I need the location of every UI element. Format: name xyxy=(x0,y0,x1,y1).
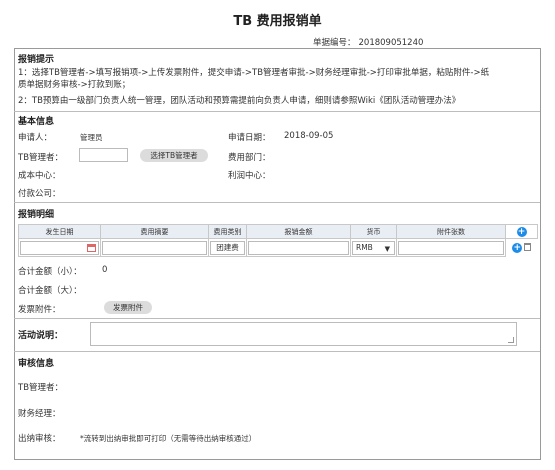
total-small-label: 合计金额（小）： xyxy=(18,267,82,277)
calendar-icon[interactable] xyxy=(87,243,96,252)
currency-select[interactable]: RMB ▼ xyxy=(352,240,395,255)
divider xyxy=(14,202,540,203)
total-big-label: 合计金额（大）： xyxy=(18,286,82,296)
add-row-cell: + xyxy=(505,224,538,239)
select-tb-manager-button[interactable]: 选择TB管理者 xyxy=(140,149,208,162)
col-currency: 货币 xyxy=(350,224,397,239)
page-title: TB 费用报销单 xyxy=(233,14,322,29)
attachments-cell xyxy=(396,238,506,257)
category-input[interactable]: 团建费 xyxy=(210,240,245,255)
col-category: 费用类别 xyxy=(208,224,247,239)
currency-cell: RMB ▼ xyxy=(350,238,397,257)
currency-value: RMB xyxy=(356,242,373,252)
dept-label: 费用部门： xyxy=(228,153,271,163)
applicant-value: 管理员 xyxy=(80,133,103,142)
tip-line-2: 质单据财务审核->打款到账； xyxy=(18,80,131,90)
detail-title: 报销明细 xyxy=(18,210,55,220)
date-cell xyxy=(18,238,101,257)
payer-label: 付款公司： xyxy=(18,189,61,199)
total-small-value: 0 xyxy=(102,265,108,275)
invoice-label: 发票附件： xyxy=(18,305,61,315)
doc-number-label: 单据编号： xyxy=(313,38,356,48)
divider xyxy=(14,351,540,352)
doc-number: 单据编号： 201809051240 xyxy=(310,36,423,48)
review-cashier-label: 出纳审核： xyxy=(18,434,61,444)
category-cell: 团建费 xyxy=(208,238,247,257)
amount-cell xyxy=(246,238,351,257)
review-tb-manager-label: TB管理者： xyxy=(18,383,64,393)
category-value: 团建费 xyxy=(216,242,239,252)
summary-cell xyxy=(100,238,209,257)
table-row: 团建费 RMB ▼ + xyxy=(18,238,538,257)
col-attachments: 附件张数 xyxy=(396,224,506,239)
invoice-attach-button[interactable]: 发票附件 xyxy=(104,301,152,314)
tb-manager-input[interactable] xyxy=(79,148,128,162)
applicant-label: 申请人： xyxy=(18,133,53,143)
tip-line-1: 1：选择TB管理者->填写报销项->上传发票附件，提交申请->TB管理者审批->… xyxy=(18,68,490,78)
date-value: 2018-09-05 xyxy=(284,131,334,141)
attachments-input[interactable] xyxy=(398,240,504,255)
date-input[interactable] xyxy=(20,240,99,255)
caret-down-icon: ▼ xyxy=(384,244,390,253)
divider xyxy=(14,318,540,319)
row-actions-cell: + xyxy=(506,239,538,257)
tb-manager-label: TB管理者： xyxy=(18,153,64,163)
detail-table: 发生日期 费用摘要 费用类别 报销金额 货币 附件张数 + 团建费 RMB ▼ … xyxy=(18,224,538,257)
basic-info-title: 基本信息 xyxy=(18,117,55,127)
plus-circle-icon[interactable]: + xyxy=(516,226,527,237)
activity-label: 活动说明： xyxy=(18,331,64,341)
date-label: 申请日期： xyxy=(228,133,271,143)
resize-grip-icon[interactable] xyxy=(508,337,514,343)
plus-circle-icon[interactable]: + xyxy=(512,242,523,253)
trash-icon[interactable] xyxy=(524,243,532,252)
review-title: 审核信息 xyxy=(18,359,55,369)
col-amount: 报销金额 xyxy=(246,224,351,239)
tips-title: 报销提示 xyxy=(18,55,55,65)
amount-input[interactable] xyxy=(248,240,349,255)
profit-center-label: 利润中心： xyxy=(228,171,271,181)
divider xyxy=(14,111,540,112)
table-header-row: 发生日期 费用摘要 费用类别 报销金额 货币 附件张数 + xyxy=(18,224,538,239)
activity-textarea[interactable] xyxy=(90,322,517,346)
tip-line-3: 2：TB预算由一级部门负责人统一管理，团队活动和预算需提前向负责人申请，细则请参… xyxy=(18,96,461,106)
summary-input[interactable] xyxy=(102,240,207,255)
doc-number-value: 201809051240 xyxy=(358,38,424,48)
col-summary: 费用摘要 xyxy=(100,224,209,239)
col-date: 发生日期 xyxy=(18,224,101,239)
review-finance-manager-label: 财务经理： xyxy=(18,409,61,419)
cost-center-label: 成本中心： xyxy=(18,171,61,181)
cashier-note: *流转到出纳审批即可打印（无需等待出纳审核通过） xyxy=(80,434,257,443)
